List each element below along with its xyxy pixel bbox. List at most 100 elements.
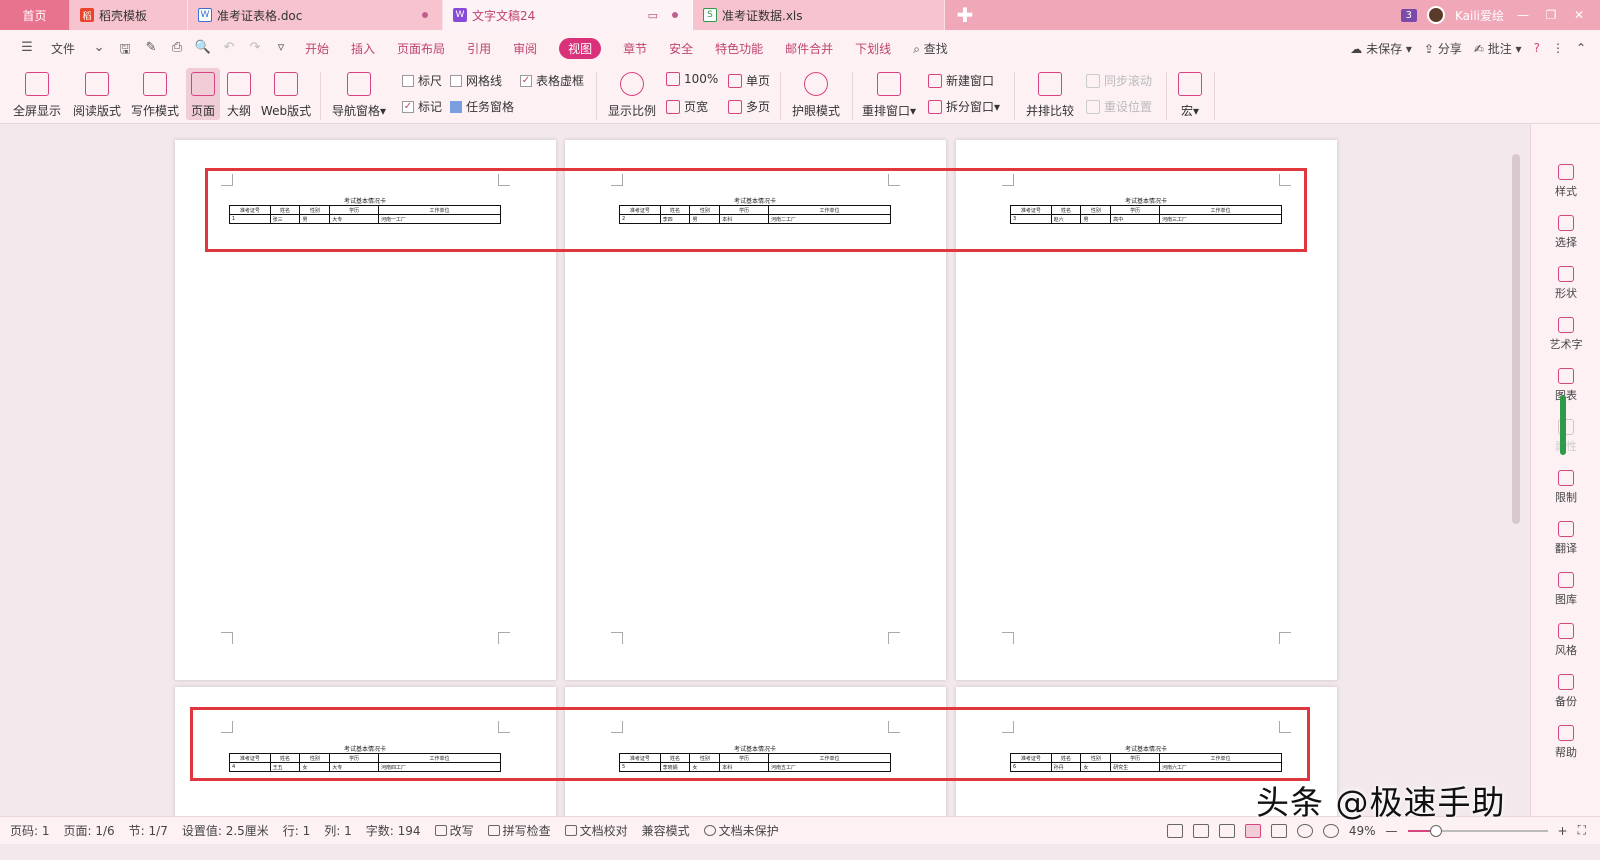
vertical-scrollbar[interactable]	[1510, 140, 1524, 820]
zoom-in-icon[interactable]: +	[1558, 824, 1568, 838]
menu-view[interactable]: 视图	[559, 37, 602, 59]
sidebar-item-restrict[interactable]: 限制	[1531, 470, 1600, 505]
undo-icon[interactable]: ↶	[220, 40, 238, 56]
compat-mode[interactable]: 兼容模式	[642, 822, 690, 839]
status-setting[interactable]: 设置值: 2.5厘米	[182, 822, 269, 839]
read-mode-icon[interactable]	[1192, 823, 1209, 838]
customize-icon[interactable]: ▿	[272, 40, 290, 56]
window-count-badge[interactable]: 3	[1400, 8, 1417, 22]
menu-special[interactable]: 特色功能	[715, 40, 763, 57]
menu-mail-merge[interactable]: 邮件合并	[785, 40, 833, 57]
table-lines-checkbox[interactable]: ✓ 表格虚框	[520, 72, 584, 89]
reset-position-button[interactable]: 重设位置	[1086, 98, 1152, 115]
page-view-icon[interactable]	[1244, 823, 1261, 838]
status-page-code[interactable]: 页码: 1	[10, 822, 50, 839]
sidebar-item-select[interactable]: 选择	[1531, 215, 1600, 250]
save-icon[interactable]: 🖫	[116, 40, 134, 57]
avatar[interactable]	[1426, 6, 1445, 24]
format-painter-icon[interactable]: ✎	[142, 40, 160, 56]
menu-layout[interactable]: 页面布局	[397, 40, 445, 57]
menu-start[interactable]: 开始	[305, 40, 329, 57]
collapse-ribbon-icon[interactable]: ⌃	[1576, 41, 1586, 55]
status-section[interactable]: 节: 1/7	[129, 822, 168, 839]
zoom-out-icon[interactable]: —	[1386, 824, 1398, 838]
more-icon[interactable]: ⋮	[1552, 41, 1564, 55]
fullscreen-icon[interactable]	[1166, 823, 1183, 838]
scrollbar-thumb[interactable]	[1512, 154, 1520, 524]
annotate-button[interactable]: ✍ 批注 ▾	[1474, 40, 1522, 57]
eye-mode-icon[interactable]	[1322, 823, 1339, 838]
tab-docer-templates[interactable]: 稻 稻壳模板	[70, 0, 188, 30]
side-by-side-button[interactable]: 并排比较	[1020, 68, 1080, 120]
menu-underline[interactable]: 下划线	[855, 40, 891, 57]
redo-icon[interactable]: ↷	[246, 40, 264, 56]
status-col[interactable]: 列: 1	[324, 822, 352, 839]
restore-icon[interactable]: ❐	[1542, 8, 1560, 22]
minimize-icon[interactable]: —	[1514, 8, 1532, 22]
tab-home[interactable]: 首页	[0, 0, 70, 30]
print-icon[interactable]: ⎙	[168, 40, 186, 56]
zoom-value[interactable]: 49%	[1349, 824, 1376, 838]
task-pane-checkbox[interactable]: 任务窗格	[450, 98, 514, 115]
user-name[interactable]: Kaili爱绘	[1455, 7, 1504, 24]
zoom-slider[interactable]	[1407, 824, 1548, 837]
sidebar-item-shapes[interactable]: 形状	[1531, 266, 1600, 301]
ruler-checkbox[interactable]: 标尺	[402, 72, 442, 89]
tab-admission-xls[interactable]: S 准考证数据.xls	[693, 0, 945, 30]
fit-window-icon[interactable]: ⛶	[1578, 823, 1586, 838]
single-page-button[interactable]: 单页	[728, 72, 770, 89]
new-window-button[interactable]: 新建窗口	[928, 72, 994, 89]
protect-status[interactable]: 文档未保护	[703, 822, 779, 839]
web-view-icon[interactable]	[1296, 823, 1313, 838]
nav-pane-button[interactable]: 导航窗格▾	[328, 68, 390, 120]
close-icon[interactable]: ✕	[1570, 8, 1588, 22]
unsaved-cloud-button[interactable]: ☁ 未保存 ▾	[1350, 40, 1412, 57]
print-preview-icon[interactable]: 🔍	[194, 40, 212, 56]
sidebar-item-gallery[interactable]: 图库	[1531, 572, 1600, 607]
new-tab-plus-icon[interactable]: ✚	[945, 0, 985, 30]
menu-chapter[interactable]: 章节	[623, 40, 647, 57]
menu-insert[interactable]: 插入	[351, 40, 375, 57]
hamburger-icon[interactable]: ☰	[18, 40, 36, 56]
sidebar-item-styles[interactable]: 样式	[1531, 164, 1600, 199]
outline-button[interactable]: 大纲	[222, 68, 256, 120]
multi-page-button[interactable]: 多页	[728, 98, 770, 115]
menu-reference[interactable]: 引用	[467, 40, 491, 57]
search-button[interactable]: ⌕ 查找	[913, 40, 948, 57]
revise-toggle[interactable]: 改写	[434, 822, 474, 839]
zoom-100-button[interactable]: 100%	[666, 72, 718, 86]
zoom-knob[interactable]	[1429, 824, 1442, 837]
sidebar-item-theme[interactable]: 风格	[1531, 623, 1600, 658]
menu-security[interactable]: 安全	[669, 40, 693, 57]
status-words[interactable]: 字数: 194	[366, 822, 421, 839]
outline-view-icon[interactable]	[1270, 823, 1287, 838]
monitor-icon[interactable]: ▭	[648, 9, 658, 22]
spell-check-button[interactable]: 拼写检查	[487, 822, 551, 839]
gridlines-checkbox[interactable]: 网格线	[450, 72, 502, 89]
zoom-ratio-button[interactable]: 显示比例	[604, 68, 660, 120]
sidebar-item-translate[interactable]: 翻译	[1531, 521, 1600, 556]
split-window-button[interactable]: 拆分窗口 ▾	[928, 98, 1000, 115]
help-icon[interactable]: ?	[1534, 41, 1540, 55]
sidebar-item-help[interactable]: 帮助	[1531, 725, 1600, 760]
macro-button[interactable]: 宏▾	[1172, 68, 1208, 120]
write-mode-button[interactable]: 写作模式	[126, 68, 184, 120]
web-layout-button[interactable]: Web版式	[258, 68, 314, 120]
status-pages[interactable]: 页面: 1/6	[64, 822, 115, 839]
sidebar-item-wordart[interactable]: 艺术字	[1531, 317, 1600, 352]
menu-file[interactable]: 文件	[51, 40, 75, 57]
eye-mode-button[interactable]: 护眼模式	[786, 68, 846, 120]
share-button[interactable]: ⇪ 分享	[1424, 40, 1462, 57]
tab-document24[interactable]: W 文字文稿24 ▭	[443, 0, 693, 30]
menu-review[interactable]: 审阅	[513, 40, 537, 57]
page-width-button[interactable]: 页宽	[666, 98, 708, 115]
read-mode-button[interactable]: 阅读版式	[68, 68, 126, 120]
page-view-button[interactable]: 页面	[186, 68, 220, 120]
proofread-button[interactable]: 文档校对	[564, 822, 628, 839]
write-mode-icon[interactable]	[1218, 823, 1235, 838]
tab-admission-doc[interactable]: W 准考证表格.doc	[188, 0, 443, 30]
rearrange-window-button[interactable]: 重排窗口▾	[858, 68, 920, 120]
sync-scroll-button[interactable]: 同步滚动	[1086, 72, 1152, 89]
document-canvas[interactable]: 考试基本情况卡 准考证号 姓名 性别 学历 工作单位 1 张三男大专 河南一工厂 考试基本情况卡准…	[0, 124, 1530, 824]
fullscreen-button[interactable]: 全屏显示	[8, 68, 66, 120]
